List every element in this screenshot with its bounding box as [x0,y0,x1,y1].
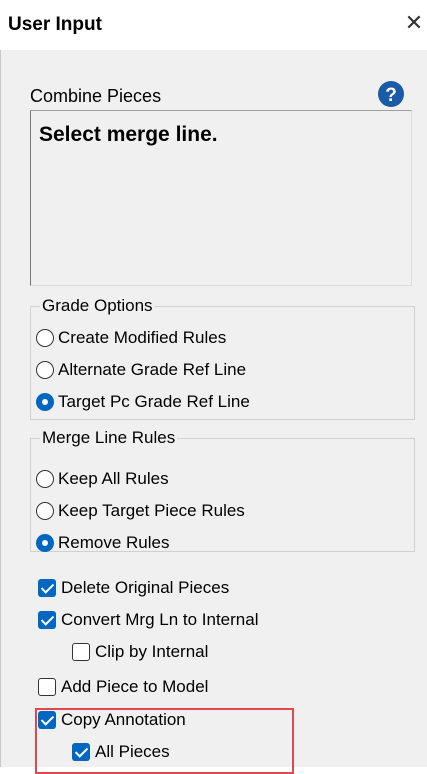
prompt-text: Select merge line. [39,123,218,146]
question-circle-icon[interactable]: ? [377,80,405,108]
radio-button-selected[interactable] [36,393,54,411]
radio-label: Keep Target Piece Rules [58,501,245,520]
radio-label: Alternate Grade Ref Line [58,360,247,379]
radio-button[interactable] [36,470,54,488]
radio-keep-target-piece-rules[interactable]: Keep Target Piece Rules [36,501,245,521]
radio-create-modified-rules[interactable]: Create Modified Rules [36,328,226,348]
window-title: User Input [8,14,102,35]
merge-line-rules-label: Merge Line Rules [40,428,178,448]
section-title: Combine Pieces [30,86,162,106]
radio-keep-all-rules[interactable]: Keep All Rules [36,469,169,489]
radio-label: Target Pc Grade Ref Line [58,392,250,411]
checkbox-clip-by-internal[interactable]: Clip by Internal [72,642,208,662]
checkbox-label: Convert Mrg Ln to Internal [61,610,259,629]
radio-remove-rules[interactable]: Remove Rules [36,533,170,553]
grade-options-label: Grade Options [40,296,155,316]
close-icon[interactable]: ✕ [401,10,427,36]
checkbox-checked[interactable] [38,579,56,597]
annotation-highlight-box [35,708,294,774]
checkbox-convert-mrg-ln-to-internal[interactable]: Convert Mrg Ln to Internal [38,610,258,630]
title-bar: User Input ✕ [0,0,427,50]
panel-divider [0,50,1,767]
checkbox-label: Clip by Internal [95,642,209,661]
prompt-box: Select merge line. [30,110,412,286]
radio-label: Keep All Rules [58,469,169,488]
radio-button[interactable] [36,329,54,347]
checkbox-add-piece-to-model[interactable]: Add Piece to Model [38,677,208,697]
checkbox-delete-original-pieces[interactable]: Delete Original Pieces [38,578,229,598]
radio-button[interactable] [36,502,54,520]
radio-target-pc-grade-ref-line[interactable]: Target Pc Grade Ref Line [36,392,250,412]
radio-button[interactable] [36,361,54,379]
checkbox-unchecked[interactable] [38,678,56,696]
user-input-panel: User Input ✕ Combine Pieces ? Select mer… [0,0,427,774]
checkbox-label: Delete Original Pieces [61,578,230,597]
checkbox-checked[interactable] [38,611,56,629]
radio-button-selected[interactable] [36,534,54,552]
svg-text:?: ? [385,85,397,106]
checkbox-label: Add Piece to Model [61,677,209,696]
radio-label: Create Modified Rules [58,328,227,347]
radio-alternate-grade-ref-line[interactable]: Alternate Grade Ref Line [36,360,246,380]
checkbox-unchecked[interactable] [72,643,90,661]
radio-label: Remove Rules [58,533,170,552]
